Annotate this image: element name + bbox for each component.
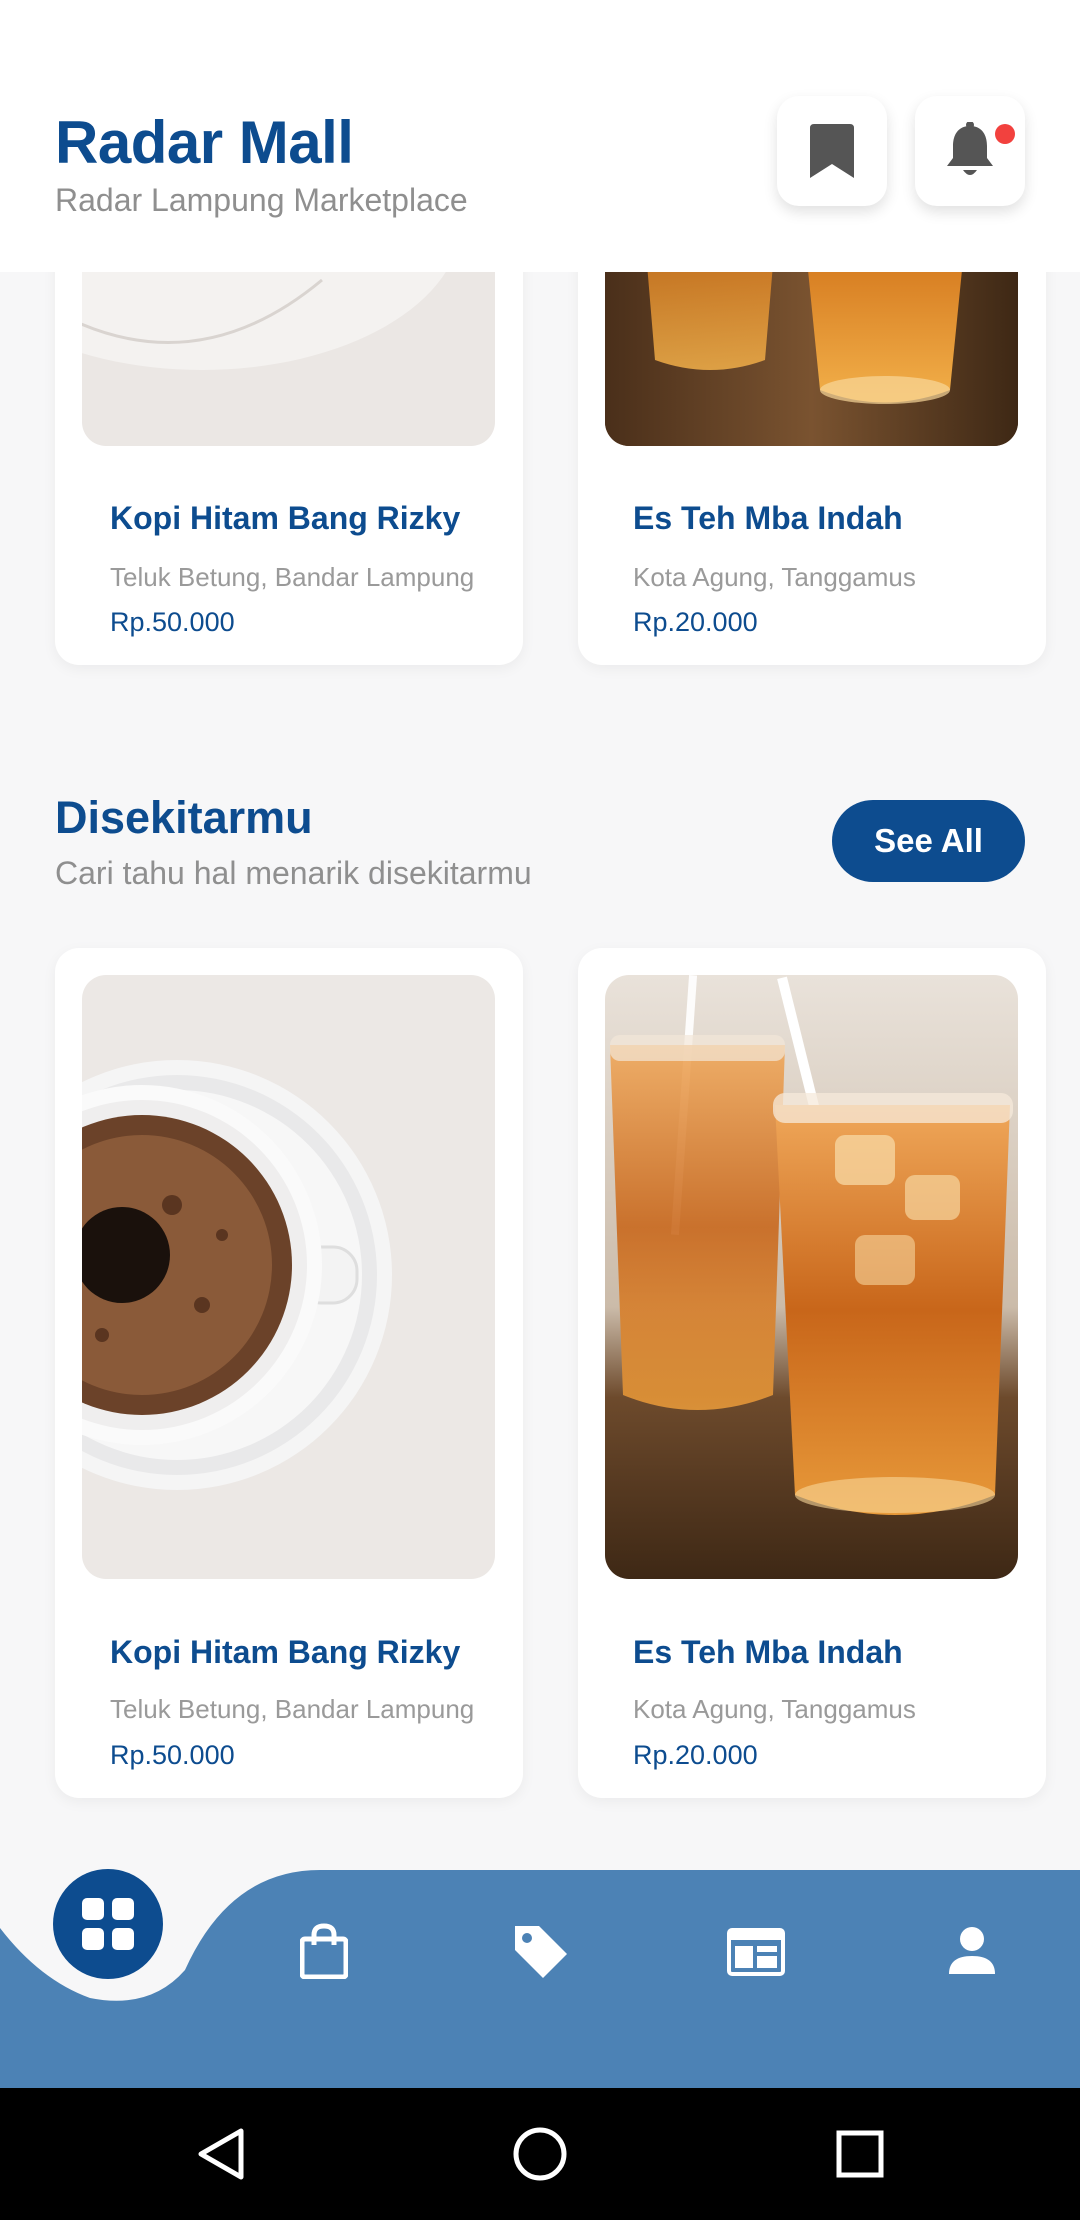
bookmark-button[interactable] xyxy=(777,96,887,206)
nav-home[interactable] xyxy=(53,1869,163,1979)
product-card[interactable]: Es Teh Mba Indah Kota Agung, Tanggamus R… xyxy=(578,240,1046,665)
system-home-button[interactable] xyxy=(480,2088,600,2220)
system-recents-button[interactable] xyxy=(800,2088,920,2220)
product-name[interactable]: Es Teh Mba Indah xyxy=(633,1634,903,1671)
bookmark-icon xyxy=(810,124,854,178)
home-icon xyxy=(513,2127,567,2181)
system-navigation-bar xyxy=(0,2088,1080,2220)
notification-button[interactable] xyxy=(915,96,1025,206)
product-card[interactable]: Es Teh Mba Indah Kota Agung, Tanggamus R… xyxy=(578,948,1046,1798)
system-back-button[interactable] xyxy=(160,2088,280,2220)
screen: Kopi Hitam Bang Rizky Teluk Betung, Band… xyxy=(0,0,1080,2220)
product-location: Teluk Betung, Bandar Lampung xyxy=(110,1694,475,1724)
product-price: Rp.20.000 xyxy=(633,1740,758,1770)
product-location: Kota Agung, Tanggamus xyxy=(633,562,916,592)
shopping-bag-icon xyxy=(300,1923,348,1979)
grid-icon xyxy=(82,1898,134,1950)
product-image-iced-tea xyxy=(605,975,1018,1579)
product-name[interactable]: Kopi Hitam Bang Rizky xyxy=(110,500,460,537)
product-location: Teluk Betung, Bandar Lampung xyxy=(110,562,475,592)
section-subtitle: Cari tahu hal menarik disekitarmu xyxy=(55,855,532,891)
product-price: Rp.50.000 xyxy=(110,1740,235,1770)
product-location: Kota Agung, Tanggamus xyxy=(633,1694,916,1724)
product-image-coffee xyxy=(82,975,495,1579)
news-icon xyxy=(727,1928,785,1976)
product-price: Rp.50.000 xyxy=(110,607,235,637)
notification-badge xyxy=(995,124,1015,144)
product-card[interactable]: Kopi Hitam Bang Rizky Teluk Betung, Band… xyxy=(55,948,523,1798)
product-card[interactable]: Kopi Hitam Bang Rizky Teluk Betung, Band… xyxy=(55,240,523,665)
app-title: Radar Mall xyxy=(55,109,354,176)
product-name[interactable]: Es Teh Mba Indah xyxy=(633,500,903,537)
app-header: Radar Mall Radar Lampung Marketplace xyxy=(0,0,1080,272)
nav-news[interactable] xyxy=(721,1916,791,1986)
nav-shop[interactable] xyxy=(289,1916,359,1986)
section-title: Disekitarmu xyxy=(55,792,313,843)
tag-icon xyxy=(515,1926,567,1978)
person-icon xyxy=(949,1927,995,1974)
nav-profile[interactable] xyxy=(937,1916,1007,1986)
app-subtitle: Radar Lampung Marketplace xyxy=(55,182,468,218)
see-all-button[interactable]: See All xyxy=(832,800,1025,882)
nav-deals[interactable] xyxy=(505,1916,575,1986)
back-icon xyxy=(198,2128,244,2180)
product-price: Rp.20.000 xyxy=(633,607,758,637)
recents-icon xyxy=(836,2130,884,2178)
product-name[interactable]: Kopi Hitam Bang Rizky xyxy=(110,1634,460,1671)
bell-icon xyxy=(947,122,993,175)
